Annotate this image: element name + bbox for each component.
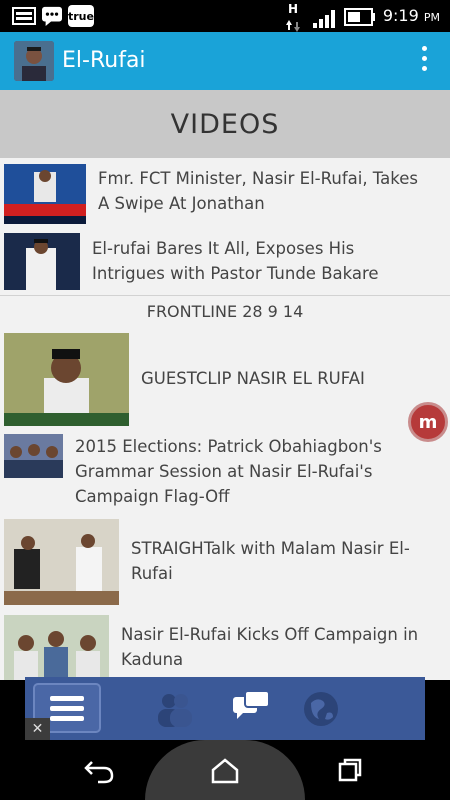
video-item[interactable]: 2015 Elections: Patrick Obahiagbon's Gra…: [0, 430, 450, 515]
gallery-notification-icon: [12, 7, 36, 25]
video-title-line: GUESTCLIP NASIR EL RUFAI: [141, 369, 365, 388]
video-item[interactable]: STRAIGHTalk with Malam Nasir El- Rufai: [0, 514, 450, 611]
app-avatar[interactable]: [14, 41, 54, 81]
video-thumbnail: [4, 164, 86, 224]
video-list: VIDEOS Fmr. FCT Minister, Nasir El-Rufai…: [0, 90, 450, 680]
video-item[interactable]: Fmr. FCT Minister, Nasir El-Rufai, Takes…: [0, 158, 450, 229]
video-title-line: Intrigues with Pastor Tunde Bakare: [92, 264, 379, 283]
true-app-label: true: [68, 9, 94, 23]
clock-ampm: PM: [423, 11, 440, 24]
messages-icon[interactable]: [229, 687, 273, 731]
video-title-line: Grammar Session at Nasir El-Rufai's: [75, 462, 373, 481]
section-title: VIDEOS: [0, 90, 450, 159]
ad-banner[interactable]: [25, 677, 425, 740]
signal-strength-icon: [313, 10, 335, 28]
video-title: Nasir El-Rufai Kicks Off Campaign in Kad…: [121, 622, 443, 672]
friends-icon[interactable]: [153, 687, 197, 731]
video-title-line: Nasir El-Rufai Kicks Off Campaign in: [121, 625, 419, 644]
video-title-line: 2015 Elections: Patrick Obahiagbon's: [75, 437, 382, 456]
app-bar: El-Rufai: [0, 32, 450, 90]
video-title-line: El-rufai Bares It All, Exposes His: [92, 239, 355, 258]
video-title: FRONTLINE 28 9 14: [146, 302, 304, 321]
video-title: Fmr. FCT Minister, Nasir El-Rufai, Takes…: [98, 166, 443, 216]
recent-apps-icon[interactable]: [330, 752, 370, 788]
video-thumbnail: [4, 434, 63, 478]
video-thumbnail: [4, 519, 119, 605]
ad-close-button[interactable]: ✕: [25, 718, 50, 740]
network-type-label: H: [288, 2, 299, 16]
video-title-line: Campaign Flag-Off: [75, 487, 230, 506]
chat-notification-icon: [42, 6, 62, 26]
video-title-line: STRAIGHTalk with Malam Nasir El-: [131, 539, 410, 558]
clock-time: 9:19: [382, 6, 419, 25]
video-title-line: Fmr. FCT Minister, Nasir El-Rufai, Takes: [98, 169, 418, 188]
video-thumbnail: [4, 615, 109, 680]
video-thumbnail: [4, 333, 129, 426]
video-title-line: Kaduna: [121, 650, 184, 669]
floating-m-letter: m: [418, 411, 438, 433]
video-item[interactable]: FRONTLINE 28 9 14: [0, 295, 450, 329]
true-app-notification-icon: true: [68, 5, 94, 27]
video-item[interactable]: El-rufai Bares It All, Exposes His Intri…: [0, 228, 450, 296]
video-item[interactable]: Nasir El-Rufai Kicks Off Campaign in Kad…: [0, 610, 450, 680]
video-title-line: A Swipe At Jonathan: [98, 194, 265, 213]
video-title: El-rufai Bares It All, Exposes His Intri…: [92, 236, 442, 286]
overflow-menu-icon[interactable]: [418, 46, 430, 76]
video-title: GUESTCLIP NASIR EL RUFAI: [141, 366, 441, 391]
floating-m-button[interactable]: m: [408, 402, 448, 442]
clock: 9:19 PM: [383, 6, 440, 25]
globe-icon[interactable]: [299, 687, 343, 731]
video-thumbnail: [4, 233, 80, 290]
video-title: 2015 Elections: Patrick Obahiagbon's Gra…: [75, 434, 443, 509]
battery-icon: [344, 8, 375, 26]
video-item[interactable]: GUESTCLIP NASIR EL RUFAI: [0, 328, 450, 431]
video-title-line: Rufai: [131, 564, 173, 583]
home-icon[interactable]: [205, 752, 245, 788]
status-bar: true H 9:19 PM: [0, 0, 450, 32]
app-title: El-Rufai: [62, 48, 146, 73]
back-icon[interactable]: [80, 752, 120, 788]
video-title: STRAIGHTalk with Malam Nasir El- Rufai: [131, 536, 443, 586]
system-nav-bar: [0, 740, 450, 800]
profile-photo-icon: [14, 41, 54, 81]
